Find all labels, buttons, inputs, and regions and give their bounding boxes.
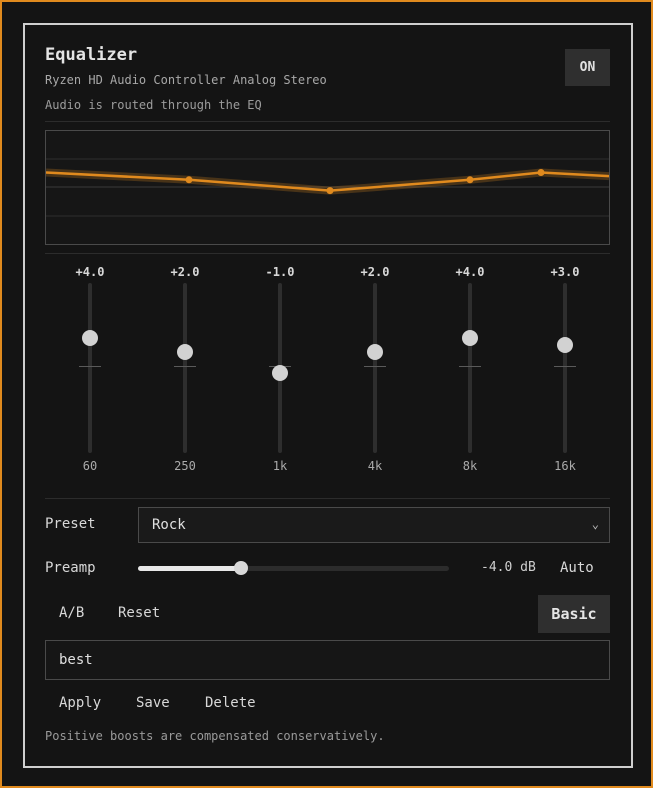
band-slider-thumb[interactable] [177,343,193,360]
band-slider-thumb[interactable] [82,329,98,346]
band-slider-track[interactable] [563,283,567,453]
divider-top [45,121,610,122]
preamp-auto-button[interactable]: Auto [560,560,594,576]
band-zero-tick [364,366,386,367]
band-gain-value: +3.0 [550,265,580,279]
band-frequency-label: 60 [82,459,98,473]
panel-title: Equalizer [45,45,138,65]
band-gain-value: +4.0 [75,265,105,279]
band-frequency-label: 1k [272,459,288,473]
preamp-label: Preamp [45,560,96,576]
eq-curve-graph [45,130,610,245]
eq-curve-svg [46,158,609,217]
apply-button[interactable]: Apply [59,695,101,711]
preset-label: Preset [45,516,96,532]
band-slider-thumb[interactable] [462,329,478,346]
eq-band: +2.0 250 [155,265,215,480]
band-gain-value: +4.0 [455,265,485,279]
eq-band: -1.0 1k [250,265,310,480]
band-zero-tick [174,366,196,367]
chevron-down-icon: ⌄ [591,517,599,531]
band-gain-value: -1.0 [265,265,295,279]
preamp-value: -4.0 dB [481,560,536,575]
eq-band: +4.0 8k [440,265,500,480]
band-zero-tick [459,366,481,367]
power-toggle-button[interactable]: ON [565,49,610,86]
band-slider-thumb[interactable] [557,336,573,353]
divider-graph [45,253,610,254]
eq-curve-point [466,176,474,184]
band-frequency-label: 16k [554,459,576,473]
preset-name-input[interactable]: best [45,640,610,680]
footer-note: Positive boosts are compensated conserva… [45,729,385,743]
band-slider-thumb[interactable] [367,343,383,360]
save-button[interactable]: Save [136,695,170,711]
eq-band: +4.0 60 [60,265,120,480]
divider-bands [45,498,610,499]
band-slider-thumb[interactable] [272,365,288,382]
ab-compare-button[interactable]: A/B [59,605,84,621]
band-frequency-label: 4k [367,459,383,473]
device-name: Ryzen HD Audio Controller Analog Stereo [45,73,327,87]
preset-selected-value: Rock [152,517,186,533]
preamp-slider[interactable] [138,561,449,575]
band-frequency-label: 250 [174,459,196,473]
band-gain-value: +2.0 [170,265,200,279]
preset-dropdown[interactable]: Rock ⌄ [138,507,610,543]
eq-curve-point [537,169,545,176]
band-gain-value: +2.0 [360,265,390,279]
preamp-slider-thumb[interactable] [233,561,248,575]
band-frequency-label: 8k [462,459,478,473]
eq-band: +3.0 16k [535,265,595,480]
band-zero-tick [554,366,576,367]
band-slider-track[interactable] [88,283,92,453]
basic-mode-button[interactable]: Basic [538,595,610,633]
eq-curve-point [185,176,193,184]
band-slider-track[interactable] [468,283,472,453]
eq-curve-point [326,187,334,195]
equalizer-panel: Equalizer Ryzen HD Audio Controller Anal… [23,23,633,768]
delete-button[interactable]: Delete [205,695,256,711]
reset-button[interactable]: Reset [118,605,160,621]
band-slider-track[interactable] [373,283,377,453]
band-slider-track[interactable] [183,283,187,453]
band-zero-tick [79,366,101,367]
routing-status: Audio is routed through the EQ [45,98,262,112]
preamp-slider-fill [138,566,241,571]
eq-band: +2.0 4k [345,265,405,480]
